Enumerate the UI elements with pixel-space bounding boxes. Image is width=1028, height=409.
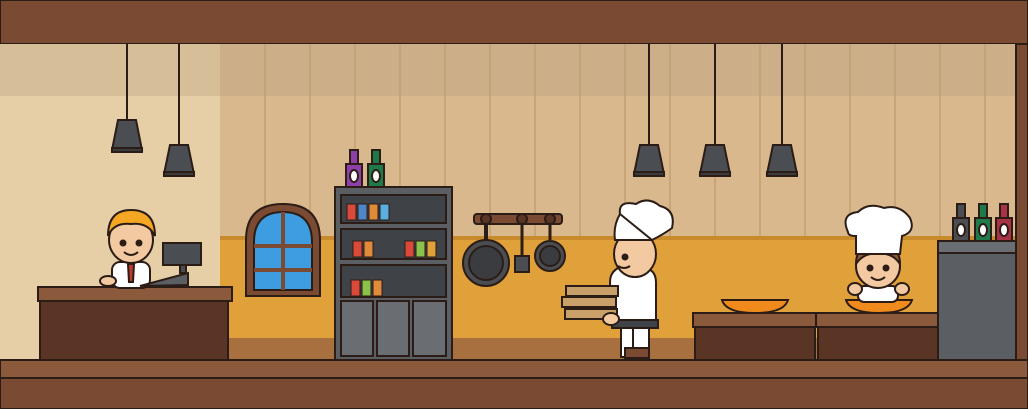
ceiling-beam (0, 0, 1028, 45)
right-cabinet (937, 240, 1017, 361)
right-pillar (1015, 43, 1028, 381)
floor-base (0, 377, 1028, 409)
arched-window (245, 202, 321, 297)
floor (0, 359, 1028, 379)
game-scene (0, 0, 1028, 409)
cashier-counter (37, 286, 233, 361)
bottles (952, 203, 1013, 242)
